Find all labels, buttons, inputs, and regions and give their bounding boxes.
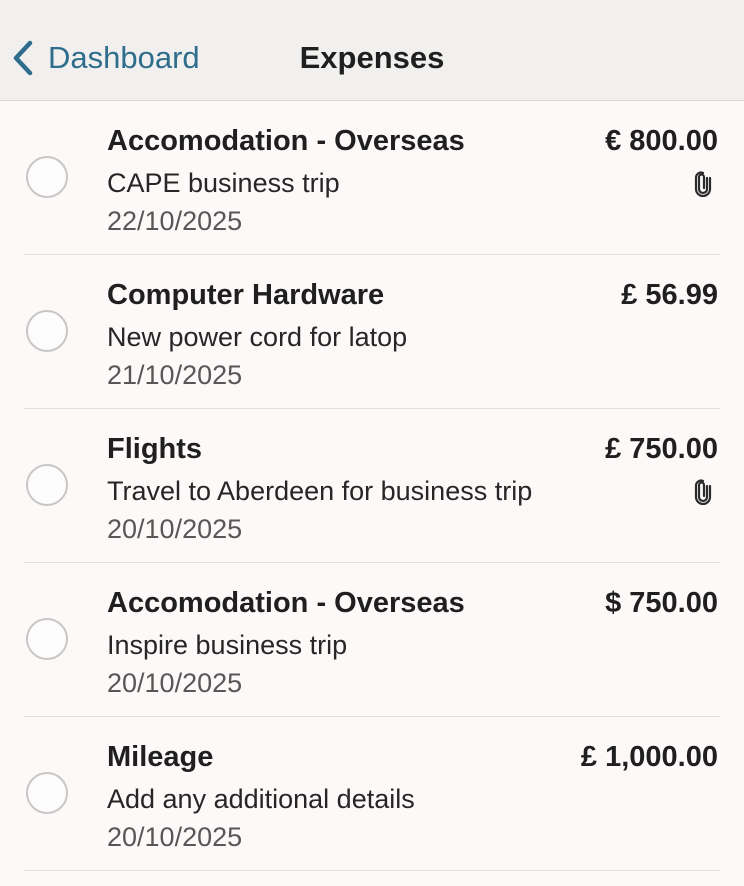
expense-row[interactable]: Accomodation - Overseas € 800.00 CAPE bu… [0,101,744,255]
expense-date: 21/10/2025 [107,360,243,390]
expense-date: 20/10/2025 [107,514,243,544]
expense-title: Flights [107,433,203,465]
expense-title: Computer Hardware [107,279,385,311]
paperclip-icon [692,479,714,505]
select-radio[interactable] [26,772,68,814]
expense-amount: $ 750.00 [605,587,718,619]
expense-amount: £ 1,000.00 [580,741,718,773]
expense-date: 20/10/2025 [107,668,243,698]
expense-amount: £ 56.99 [621,279,718,311]
expense-description: CAPE business trip [107,168,340,198]
paperclip-icon [692,171,714,197]
expense-description: Add any additional details [107,784,415,814]
chevron-left-icon [12,40,34,76]
expense-title: Mileage [107,741,214,773]
select-radio[interactable] [26,464,68,506]
expense-title: Accomodation - Overseas [107,587,465,619]
expense-date: 20/10/2025 [107,822,243,852]
expense-description: New power cord for latop [107,322,408,352]
expense-date: 22/10/2025 [107,206,243,236]
back-button-label: Dashboard [48,40,200,75]
select-radio[interactable] [26,618,68,660]
expense-description: Inspire business trip [107,630,348,660]
app-header: Dashboard Expenses [0,0,744,101]
expense-row[interactable]: Computer Hardware £ 56.99 New power cord… [0,255,744,409]
expense-amount: £ 750.00 [605,433,718,465]
expense-title: Accomodation - Overseas [107,125,465,157]
select-radio[interactable] [26,156,68,198]
back-button[interactable]: Dashboard [12,38,200,78]
expense-row[interactable]: Mileage £ 1,000.00 Add any additional de… [0,717,744,871]
expense-amount: € 800.00 [605,125,718,157]
expense-row[interactable]: Flights £ 750.00 Travel to Aberdeen for … [0,409,744,563]
select-radio[interactable] [26,310,68,352]
expense-description: Travel to Aberdeen for business trip [107,476,533,506]
expense-list: Accomodation - Overseas € 800.00 CAPE bu… [0,101,744,871]
expense-row[interactable]: Accomodation - Overseas $ 750.00 Inspire… [0,563,744,717]
